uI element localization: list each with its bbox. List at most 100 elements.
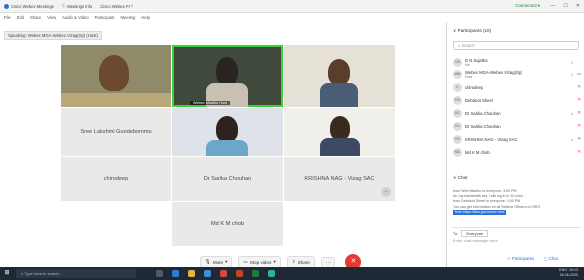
participant-name: Md K M chob bbox=[211, 221, 244, 227]
file-explorer-icon[interactable] bbox=[188, 270, 195, 277]
more-options-button[interactable]: ··· bbox=[320, 256, 336, 268]
avatar: DC bbox=[453, 108, 462, 118]
chevron-up-icon: ^ bbox=[129, 3, 134, 9]
chat-header[interactable]: ∨ Chat bbox=[453, 175, 581, 181]
menu-audio-video[interactable]: Audio & Video bbox=[62, 15, 88, 20]
speaker-indicator: Speaking: Webex MGA-Webex Vizag(Sp) (Hos… bbox=[4, 31, 102, 40]
chat-recipient: To: Everyone bbox=[453, 227, 581, 237]
chat-section: ∨ Chat from Web Mladhu to everyone: 3:00… bbox=[453, 175, 581, 243]
participant-row[interactable]: DC Dr Sarika Chouhan ♪ ✕ bbox=[453, 107, 583, 119]
avatar: DS bbox=[453, 57, 462, 67]
shirt-shape bbox=[206, 140, 248, 156]
chevron-down-icon: ▾ bbox=[273, 259, 276, 264]
clock-date: 26-06-2020 bbox=[559, 273, 578, 277]
microphone-icon: 🎙 bbox=[205, 259, 211, 264]
name-tile-krishna[interactable]: KRISHNA NAG - Vizag SAC − bbox=[284, 157, 395, 201]
participant-row[interactable]: KV KRISHNA NAG - Vizag SAC ♪ ✕ bbox=[453, 133, 583, 145]
recipient-select[interactable]: Everyone bbox=[461, 230, 489, 237]
edge-icon[interactable] bbox=[172, 270, 179, 277]
webex-logo-icon bbox=[4, 3, 9, 9]
participants-header[interactable]: ∨ Participants (10) bbox=[453, 28, 491, 34]
close-button[interactable]: ✕ bbox=[576, 3, 580, 9]
microphone-icon[interactable]: ♪ bbox=[571, 60, 573, 65]
title-bar: Cisco Webex Meetings ⓘ Meetings Info Cis… bbox=[0, 0, 584, 13]
participant-row[interactable]: DS D N Sujatha Me ♪ bbox=[453, 56, 583, 68]
task-view-icon[interactable] bbox=[156, 270, 163, 277]
tab-meeting-info[interactable]: ⓘ Meetings Info bbox=[62, 3, 93, 9]
participant-name: Dr Sarika Chouhan bbox=[203, 176, 252, 182]
tab-webex[interactable]: Cisco Webex Meetings bbox=[4, 3, 54, 9]
video-tile-sarika[interactable] bbox=[172, 108, 283, 156]
muted-icon: ✕ bbox=[577, 84, 581, 89]
menu-share[interactable]: Share bbox=[30, 15, 41, 20]
clock-time: 15:13 bbox=[569, 268, 578, 272]
participant-name: KRISHNA NAG - Vizag SAC bbox=[304, 176, 375, 182]
name-tile-sarika[interactable]: Dr Sarika Chouhan bbox=[172, 157, 283, 201]
participant-name: chirodeep bbox=[103, 176, 129, 182]
video-tile-krishna[interactable] bbox=[284, 108, 395, 156]
minimize-button[interactable]: — bbox=[550, 3, 555, 9]
maximize-button[interactable]: ☐ bbox=[563, 3, 567, 9]
panel-footer: ⚇ Participants ▢ Chat bbox=[507, 256, 558, 261]
participant-row[interactable]: WM Webex MGA-Webex Vizag(Sp) Host ♪ ▭ bbox=[453, 68, 583, 80]
participant-row[interactable]: MC Md K M chob ✕ bbox=[453, 146, 583, 158]
name-tile-md[interactable]: Md K M chob bbox=[172, 202, 283, 246]
muted-icon: ✕ bbox=[577, 97, 581, 102]
muted-icon: ✕ bbox=[577, 149, 581, 154]
participant-row[interactable]: DS Debdoot Sheel ✕ bbox=[453, 94, 583, 106]
chrome-icon[interactable] bbox=[220, 270, 227, 277]
taskbar: ⊞ ⌕ Type here to search ENG 15:13 26-06-… bbox=[0, 267, 584, 280]
tab-webex-fr[interactable]: Cisco Webex Fr ^ bbox=[100, 4, 133, 9]
microphone-icon[interactable]: ♪ bbox=[571, 72, 573, 77]
muted-icon: ✕ bbox=[577, 136, 581, 141]
video-tile-sree[interactable] bbox=[61, 45, 171, 107]
chevron-down-icon: ▾ bbox=[225, 259, 228, 264]
taskbar-search-input[interactable]: ⌕ Type here to search bbox=[16, 269, 136, 278]
menu-bar: File Edit Share View Audio & Video Parti… bbox=[0, 13, 440, 22]
chat-link[interactable]: from https://isro.gov.in/sec.html bbox=[453, 209, 507, 216]
share-icon: ⇪ bbox=[291, 259, 296, 264]
video-tile-third[interactable] bbox=[284, 45, 395, 107]
participant-search-input[interactable]: ⌕ Search bbox=[453, 41, 579, 50]
menu-participant[interactable]: Participant bbox=[95, 15, 115, 20]
menu-help[interactable]: Help bbox=[141, 15, 150, 20]
avatar: C bbox=[453, 82, 462, 92]
video-icon: ▭ bbox=[576, 71, 581, 76]
microphone-icon[interactable]: ♪ bbox=[571, 137, 573, 142]
collapse-icon[interactable]: − bbox=[381, 187, 391, 197]
shirt-shape bbox=[320, 83, 358, 107]
participant-silhouette bbox=[330, 116, 350, 140]
shirt-shape bbox=[320, 138, 360, 156]
participant-silhouette bbox=[328, 59, 350, 85]
participant-silhouette bbox=[99, 55, 129, 91]
powerpoint-icon[interactable] bbox=[236, 270, 243, 277]
participant-name: Sree Lakshmi Gundebommu bbox=[80, 129, 152, 135]
connection-status[interactable]: Connected ▾ bbox=[515, 3, 540, 9]
menu-file[interactable]: File bbox=[4, 15, 11, 20]
microphone-icon[interactable]: ♪ bbox=[571, 111, 573, 116]
menu-meeting[interactable]: Meeting bbox=[120, 15, 135, 20]
store-icon[interactable] bbox=[204, 270, 211, 277]
avatar: KV bbox=[453, 134, 462, 144]
participant-row[interactable]: DC Dr Sarika Chouhan ✕ bbox=[453, 120, 583, 132]
webex-icon[interactable] bbox=[268, 270, 275, 277]
chat-input[interactable]: Enter chat message here bbox=[453, 238, 581, 247]
participants-toggle[interactable]: ⚇ Participants bbox=[507, 256, 534, 261]
avatar: DC bbox=[453, 121, 462, 131]
windows-start-icon[interactable]: ⊞ bbox=[0, 267, 14, 280]
chat-toggle[interactable]: ▢ Chat bbox=[544, 256, 558, 261]
muted-icon: ✕ bbox=[577, 123, 581, 128]
excel-icon[interactable] bbox=[252, 270, 259, 277]
muted-icon: ✕ bbox=[577, 110, 581, 115]
participant-row[interactable]: C chirodeep ✕ bbox=[453, 81, 583, 93]
taskbar-apps bbox=[156, 270, 275, 277]
system-tray[interactable]: ENG 15:13 26-06-2020 bbox=[559, 268, 578, 278]
avatar: DS bbox=[453, 95, 462, 105]
name-tile-chirodeep[interactable]: chirodeep bbox=[61, 157, 171, 201]
video-tile-active-speaker[interactable]: Webex Mladhu Host bbox=[172, 45, 283, 107]
active-speaker-label: Webex Mladhu Host bbox=[190, 101, 231, 105]
name-tile-sree[interactable]: Sree Lakshmi Gundebommu bbox=[61, 108, 171, 156]
menu-view[interactable]: View bbox=[47, 15, 56, 20]
participant-silhouette bbox=[216, 57, 238, 85]
menu-edit[interactable]: Edit bbox=[17, 15, 24, 20]
